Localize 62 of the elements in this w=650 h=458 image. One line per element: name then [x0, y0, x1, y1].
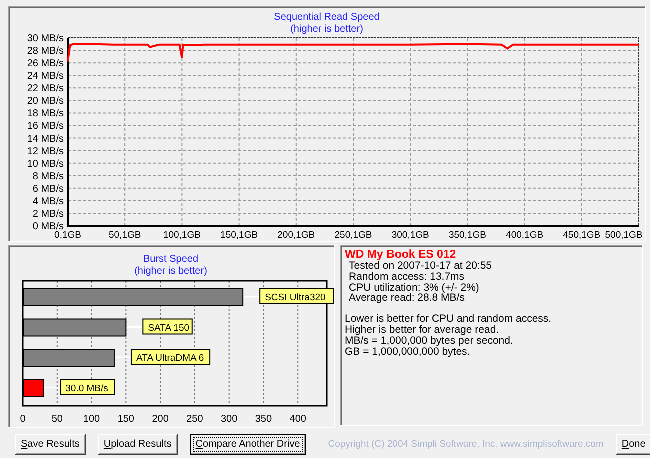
axis-label: 200	[152, 414, 169, 425]
chart-title: (higher is better)	[134, 266, 208, 277]
note-text: Lower is better for CPU and random access.	[345, 314, 553, 325]
axis-label: 30 MB/s	[27, 34, 64, 44]
axis-label: 450,1GB	[563, 230, 601, 241]
axis-label: 28 MB/s	[27, 46, 64, 58]
axis-label: 200,1GB	[278, 230, 316, 241]
action-button[interactable]: Compare Another Drive	[190, 434, 306, 455]
axis-label: 12 MB/s	[27, 146, 64, 158]
note-text: MB/s = 1,000,000 bytes per second.	[345, 336, 514, 347]
axis-label: 250	[186, 414, 204, 425]
axis-label: 8 MB/s	[32, 171, 64, 182]
result-text: Tested on 2007-10-17 at 20:55	[348, 261, 494, 272]
axis-label: 50,1GB	[109, 230, 142, 241]
note-text: GB = 1,000,000,000 bytes.	[345, 346, 470, 358]
axis-label: 150	[118, 414, 134, 425]
chart-title: Burst Speed	[143, 254, 199, 265]
action-button[interactable]: Upload Results	[98, 434, 178, 455]
axis-label: 6 MB/s	[32, 184, 64, 195]
axis-label: 100,1GB	[163, 230, 201, 241]
bar-label: SATA 150	[142, 318, 193, 335]
axis-label: 300	[221, 414, 238, 425]
axis-label: 18 MB/s	[27, 108, 64, 120]
y-tick-label: ATA UltraDMA 6	[136, 353, 204, 364]
y-tick-label: SATA 150	[148, 322, 190, 334]
bar-label: 30.0 MB/s	[60, 379, 116, 396]
axis-label: 300,1GB	[392, 230, 430, 241]
result-text: Average read: 28.8 MB/s	[348, 293, 465, 304]
done-button[interactable]: Done	[616, 434, 650, 455]
axis-label: 0,1GB	[54, 230, 82, 241]
axis-label: 350	[255, 414, 272, 425]
copyright-text: Copyright (C) 2004 Simpli Software, Inc. www.simplisoftware.com	[328, 439, 604, 450]
chart-title: (higher is better)	[290, 24, 364, 35]
axis-label: 24 MB/s	[27, 71, 64, 82]
axis-label: 0	[20, 414, 26, 425]
axis-label: 16 MB/s	[27, 121, 64, 132]
result-text: CPU utilization: 3% (+/- 2%)	[348, 282, 480, 294]
y-tick-label: 30.0 MB/s	[66, 383, 109, 394]
axis-label: 2 MB/s	[32, 208, 64, 220]
bar-label: SCSI Ultra320	[260, 288, 334, 304]
axis-label: 20 MB/s	[27, 96, 64, 108]
drive-name: WD My Book ES 012	[345, 249, 458, 261]
axis-label: 500,1GB	[605, 230, 643, 241]
axis-label: 150,1GB	[220, 230, 258, 241]
axis-label: 400,1GB	[506, 230, 544, 241]
axis-label: 100	[83, 414, 100, 425]
axis-label: 400	[290, 414, 306, 425]
axis-label: 50	[52, 414, 63, 425]
note-text: Higher is better for average read.	[345, 324, 500, 336]
axis-label: 0 MB/s	[32, 222, 64, 232]
chart-title: Sequential Read Speed	[274, 12, 380, 23]
axis-label: 350,1GB	[448, 230, 486, 241]
axis-label: 26 MB/s	[27, 58, 64, 70]
axis-label: 22 MB/s	[27, 84, 64, 95]
axis-label: 4 MB/s	[32, 196, 64, 208]
axis-label: 250,1GB	[334, 230, 372, 241]
bar-label: ATA UltraDMA 6	[130, 349, 211, 365]
axis-label: 14 MB/s	[27, 134, 64, 145]
result-text: Random access: 13.7ms	[348, 272, 466, 283]
y-tick-label: SCSI Ultra320	[265, 292, 326, 304]
action-button[interactable]: Save Results	[15, 434, 86, 455]
axis-label: 10 MB/s	[27, 158, 64, 170]
